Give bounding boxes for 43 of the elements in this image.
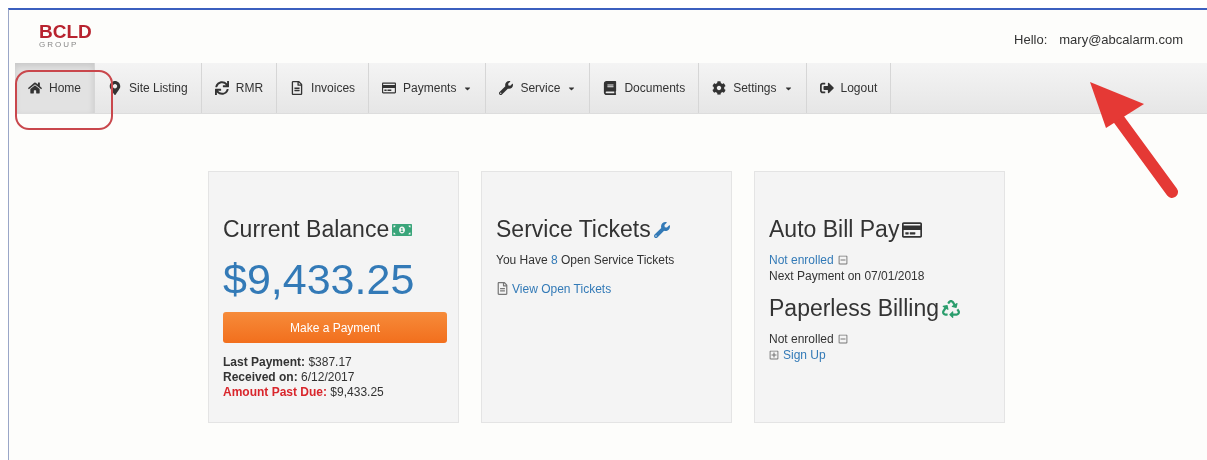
payment-detail: Received on: 6/12/2017 bbox=[223, 370, 356, 384]
nav-icon bbox=[108, 81, 122, 95]
nav-item[interactable]: Service bbox=[486, 63, 591, 113]
greeting-label: Hello: bbox=[1014, 32, 1048, 47]
payment-detail: Last Payment: $387.17 bbox=[223, 355, 353, 369]
card-title: Auto Bill Pay bbox=[769, 216, 990, 243]
nav-icon bbox=[499, 81, 514, 95]
nav-item[interactable]: Settings bbox=[699, 63, 807, 113]
logo-subtitle: GROUP bbox=[39, 41, 80, 49]
card-title: Service Tickets bbox=[496, 216, 717, 243]
card-title: Paperless Billing bbox=[769, 295, 990, 322]
wrench-icon bbox=[653, 221, 670, 238]
nav-item[interactable]: Logout bbox=[806, 63, 892, 113]
document-icon bbox=[496, 282, 509, 295]
sign-up-link[interactable]: Sign Up bbox=[783, 348, 826, 362]
card-icon bbox=[902, 219, 923, 240]
collapse-icon bbox=[837, 334, 848, 344]
nav-item[interactable]: Site Listing bbox=[95, 63, 202, 113]
collapse-icon bbox=[837, 255, 848, 265]
nav-item[interactable]: Invoices bbox=[277, 63, 370, 113]
nav-item[interactable]: Documents bbox=[590, 63, 700, 113]
nav-item[interactable]: Home bbox=[15, 63, 95, 113]
balance-amount: $9,433.25 bbox=[223, 255, 416, 304]
recycle-icon bbox=[942, 299, 961, 318]
nav-item[interactable]: RMR bbox=[201, 63, 278, 113]
view-tickets-link[interactable]: View Open Tickets bbox=[496, 281, 612, 296]
payment-detail: Amount Past Due: $9,433.25 bbox=[223, 385, 385, 399]
expand-icon bbox=[769, 350, 779, 360]
logo-name: BCLD bbox=[39, 22, 92, 41]
open-tickets-text: You Have 8 Open Service Tickets bbox=[496, 253, 676, 267]
nav-icon bbox=[28, 81, 42, 95]
paperless-status: Not enrolled bbox=[769, 332, 834, 346]
nav-icon bbox=[603, 81, 618, 95]
next-payment-text: Next Payment on 07/01/2018 bbox=[769, 269, 925, 283]
nav-icon bbox=[214, 81, 229, 95]
auto-pay-status[interactable]: Not enrolled bbox=[769, 253, 834, 267]
nav-item[interactable]: Payments bbox=[369, 63, 487, 113]
card-title: Current Balance bbox=[223, 216, 444, 243]
nav-icon bbox=[819, 81, 834, 95]
nav-icon bbox=[290, 81, 305, 95]
nav-icon bbox=[712, 81, 727, 95]
user-email: mary@abcalarm.com bbox=[1059, 32, 1183, 47]
nav-icon bbox=[382, 81, 397, 95]
